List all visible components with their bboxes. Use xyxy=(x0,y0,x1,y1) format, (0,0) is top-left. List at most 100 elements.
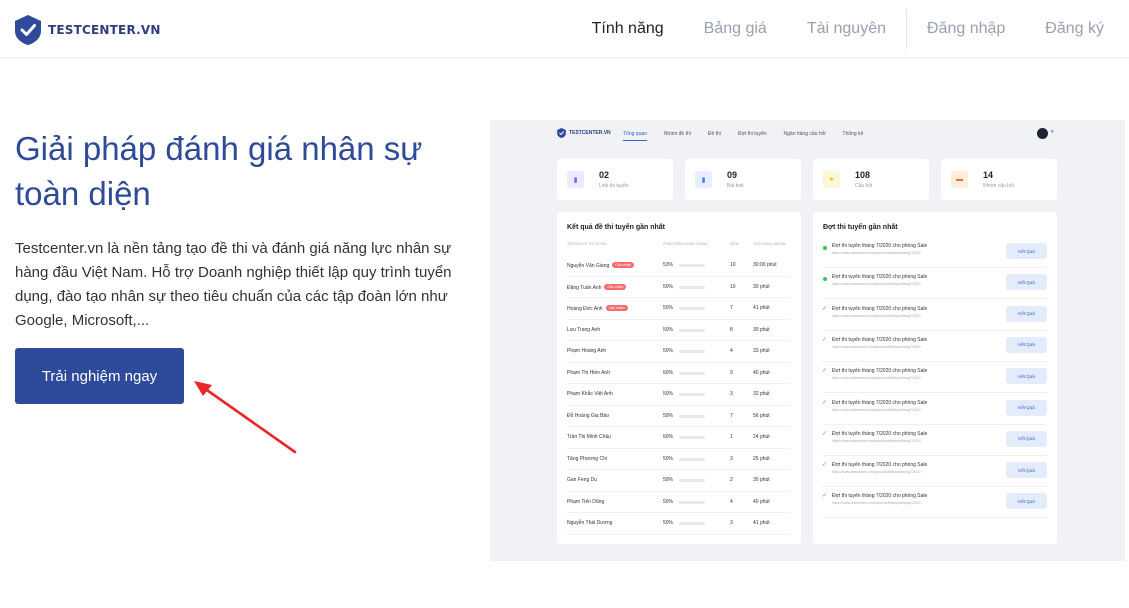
list-item: ✓ Đợt thi tuyển tháng 7/2020 cho phòng Sa… xyxy=(822,331,1047,362)
candidate-name: Gan Feng Du xyxy=(567,477,597,483)
view-results-button[interactable]: Kết Quả xyxy=(1006,243,1047,259)
dashboard-tab-overview: Tổng quan xyxy=(623,131,647,141)
main-nav: Tính năng Bảng giá Tài nguyên Đăng nhập … xyxy=(572,0,1129,58)
panel-title: Kết quả đề thi tuyển gần nhất xyxy=(567,224,666,231)
candidate-name: Lưu Trang Anh xyxy=(567,327,600,333)
check-icon: ✓ xyxy=(822,305,828,312)
progress-bar xyxy=(679,285,705,289)
view-results-button[interactable]: Kết Quả xyxy=(1006,493,1047,510)
completion-percent: 50% xyxy=(663,326,674,333)
progress-bar xyxy=(679,522,705,525)
completion-percent: 50% xyxy=(663,455,674,462)
table-row: Phạm Tiến Dũng 50% 4 40 phút xyxy=(567,492,791,513)
candidate-name: Tăng Phương Chi xyxy=(567,456,607,462)
event-url: https://www.testcenter.com/topcv/dotthit… xyxy=(832,313,921,318)
register-link[interactable]: Đăng ký xyxy=(1025,20,1129,38)
stat-card-question-groups: ▬ 14 Nhóm câu hỏi xyxy=(941,159,1057,200)
duration: 30 phút xyxy=(753,283,770,290)
event-title: Đợt thi tuyển tháng 7/2020 cho phòng Sal… xyxy=(832,274,928,281)
results-table-header: TÊN NGƯỜI THI TUYỂN PHẦN TRĂM HOÀN THÀNH… xyxy=(567,242,791,250)
brand-name: TESTCENTER.VN xyxy=(48,23,161,37)
event-url: https://www.testcenter.com/topcv/dotthit… xyxy=(832,501,921,506)
nav-pricing[interactable]: Bảng giá xyxy=(684,20,787,38)
score: 10 xyxy=(730,262,736,268)
view-results-button[interactable]: Kết Quả xyxy=(1006,430,1047,447)
status-badge: Cần chấm xyxy=(605,305,628,311)
duration: 30 phút xyxy=(753,477,770,483)
column-header: ĐIỂM xyxy=(730,242,739,246)
candidate-name-text: Phạm Khắc Việt Anh xyxy=(567,391,613,397)
score: 1 xyxy=(730,434,733,440)
column-header: PHẦN TRĂM HOÀN THÀNH xyxy=(663,242,708,246)
list-item: ✓ Đợt thi tuyển tháng 7/2020 cho phòng Sa… xyxy=(822,394,1047,425)
check-icon: ✓ xyxy=(822,399,828,406)
table-row: Hoàng Đức Anh Cần chấm 50% 7 41 phút xyxy=(567,298,791,320)
event-title: Đợt thi tuyển tháng 7/2020 cho phòng Sal… xyxy=(832,462,928,469)
progress-bar xyxy=(679,414,705,418)
completion-percent: 50% xyxy=(663,477,674,483)
stat-card-tests: ▮ 09 Bài test xyxy=(685,159,801,200)
event-url: https://www.testcenter.com/topcv/dotthit… xyxy=(832,470,921,475)
progress-bar xyxy=(679,307,705,310)
list-item: Đợt thi tuyển tháng 7/2020 cho phòng Sal… xyxy=(823,237,1047,268)
event-title: Đợt thi tuyển tháng 7/2020 cho phòng Sal… xyxy=(832,493,928,500)
dashboard-tab-recruitment: Đợt thi tuyển xyxy=(737,131,767,137)
duration: 41 phút xyxy=(753,520,770,526)
folder-icon: ▬ xyxy=(951,171,968,188)
event-url: https://www.testcenter.com/topcv/dotthit… xyxy=(832,407,921,412)
candidate-name: Hoàng Đức Anh Cần chấm xyxy=(567,305,628,312)
recent-events-panel: Đợt thi tuyển gần nhất Đợt thi tuyển thá… xyxy=(813,212,1057,544)
brand-logo[interactable]: TESTCENTER.VN xyxy=(15,15,161,45)
nav-resources[interactable]: Tài nguyên xyxy=(787,20,906,38)
progress-bar xyxy=(679,436,705,439)
table-row: Phạm Hoàng Anh 50% 4 33 phút xyxy=(567,341,791,363)
table-row: Trần Thị Minh Châu 50% 1 24 phút xyxy=(567,427,791,449)
duration: 40 phút xyxy=(753,369,770,376)
view-results-button[interactable]: Kết Quả xyxy=(1006,305,1047,322)
try-now-button[interactable]: Trải nghiệm ngay xyxy=(15,348,184,404)
score: 7 xyxy=(730,305,733,311)
candidate-name: Phạm Khắc Việt Anh xyxy=(567,391,613,397)
list-item: ✓ Đợt thi tuyển tháng 7/2020 cho phòng Sa… xyxy=(822,487,1047,519)
score: 7 xyxy=(730,412,733,419)
view-results-button[interactable]: Kết Quả xyxy=(1006,274,1047,291)
dashboard-tab-statistics: Thống kê xyxy=(842,131,864,137)
view-results-button[interactable]: Kết Quả xyxy=(1006,368,1047,385)
table-row: Phạm Thị Hiền Anh 50% 9 40 phút xyxy=(567,363,791,384)
event-url: https://www.testcenter.com/topcv/dotthit… xyxy=(832,438,921,443)
chevron-down-icon: ▾ xyxy=(1051,129,1054,135)
score: 3 xyxy=(730,520,733,526)
stat-value: 14 xyxy=(983,170,994,180)
candidate-name: Trần Thị Minh Châu xyxy=(567,434,611,440)
view-results-button[interactable]: Kết Quả xyxy=(1006,399,1047,416)
view-results-button[interactable]: Kết Quả xyxy=(1006,462,1047,479)
duration: 24 phút xyxy=(753,434,770,440)
question-icon: ● xyxy=(823,171,840,188)
event-title: Đợt thi tuyển tháng 7/2020 cho phòng Sal… xyxy=(832,368,928,375)
completion-percent: 50% xyxy=(663,369,674,376)
progress-bar xyxy=(679,264,705,267)
duration: 33 phút xyxy=(753,348,770,354)
nav-features[interactable]: Tính năng xyxy=(572,20,684,38)
view-results-button[interactable]: Kết Quả xyxy=(1006,336,1047,353)
list-item: ✓ Đợt thi tuyển tháng 7/2020 cho phòng Sa… xyxy=(822,362,1047,394)
recent-results-panel: Kết quả đề thi tuyển gần nhất TÊN NGƯỜI … xyxy=(557,212,801,544)
stat-label: Bài test xyxy=(727,183,744,189)
completion-percent: 53% xyxy=(663,262,674,268)
column-header: TÊN NGƯỜI THI TUYỂN xyxy=(567,242,607,246)
red-arrow-icon xyxy=(194,381,297,454)
score: 9 xyxy=(730,369,733,376)
event-title: Đợt thi tuyển tháng 7/2020 cho phòng Sal… xyxy=(832,430,928,437)
candidate-name-text: Lưu Trang Anh xyxy=(567,326,601,333)
link-icon: ▮ xyxy=(567,171,584,188)
score: 10 xyxy=(730,283,736,290)
check-icon: ✓ xyxy=(822,336,828,343)
duration: 56 phút xyxy=(753,412,770,419)
stat-label: Câu hỏi xyxy=(855,183,873,189)
dashboard-nav-links: Tổng quan Nhóm đề thi Đề thi Đợt thi tuy… xyxy=(623,131,880,141)
login-link[interactable]: Đăng nhập xyxy=(907,20,1025,38)
score: 3 xyxy=(730,455,733,462)
list-item: ✓ Đợt thi tuyển tháng 7/2020 cho phòng Sa… xyxy=(822,456,1047,488)
progress-bar xyxy=(679,500,705,504)
duration: 25 phút xyxy=(753,455,770,462)
